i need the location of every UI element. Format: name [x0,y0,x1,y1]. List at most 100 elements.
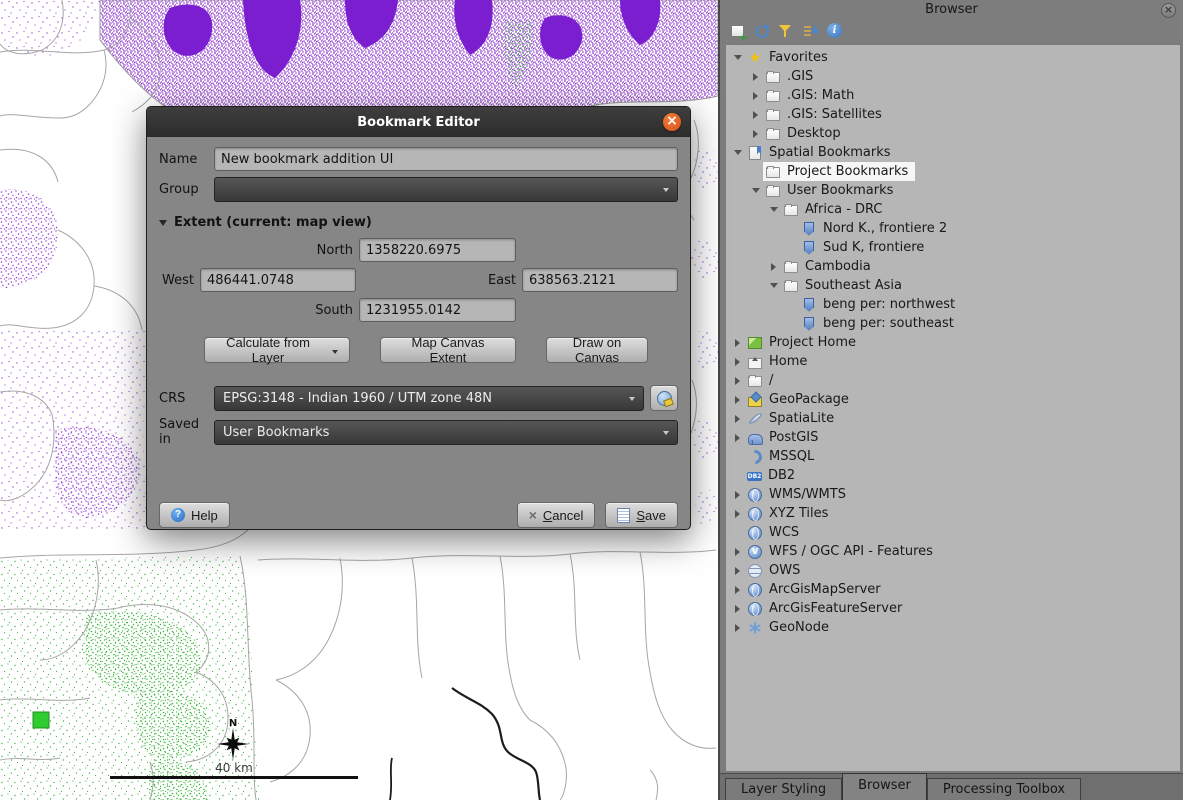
expander-closed-icon[interactable] [748,73,763,81]
north-input[interactable] [359,238,516,262]
tree-item-project-home[interactable]: Project Home [726,333,1180,352]
dialog-close-icon[interactable] [663,113,681,131]
expander-open-icon[interactable] [730,150,745,155]
globe-arc-icon [747,601,763,617]
saved-in-dropdown[interactable]: User Bookmarks [214,420,678,445]
browser-toolbar [729,21,849,41]
folder-icon [747,373,763,389]
draw-on-canvas-button[interactable]: Draw on Canvas [546,337,648,363]
tree-item-ows[interactable]: OWS [726,561,1180,580]
expander-closed-icon[interactable] [730,396,745,404]
expander-closed-icon[interactable] [730,377,745,385]
south-input[interactable] [359,298,516,322]
expander-closed-icon[interactable] [748,111,763,119]
calculate-from-layer-label: Calculate from Layer [216,335,320,365]
expander-open-icon[interactable] [766,207,781,212]
expander-closed-icon[interactable] [730,339,745,347]
tree-item-gis-satellites[interactable]: .GIS: Satellites [726,105,1180,124]
tree-item-sud-k-frontiere[interactable]: Sud K, frontiere [726,238,1180,257]
tree-item-cambodia[interactable]: Cambodia [726,257,1180,276]
folder-icon [765,183,781,199]
tab-layer-styling[interactable]: Layer Styling [725,778,842,800]
tree-item-label: Desktop [787,126,843,141]
filter-icon[interactable] [777,21,797,41]
tree-item-beng-per-southeast[interactable]: beng per: southeast [726,314,1180,333]
expander-closed-icon[interactable] [730,548,745,556]
expander-open-icon[interactable] [730,55,745,60]
cancel-button[interactable]: × Cancel [517,502,596,528]
expander-closed-icon[interactable] [730,605,745,613]
tree-item-arcgisfeatureserver[interactable]: ArcGisFeatureServer [726,599,1180,618]
south-label: South [159,303,353,318]
crs-globe-icon [657,391,672,406]
tree-item-label: beng per: southeast [823,316,956,331]
expander-closed-icon[interactable] [730,510,745,518]
properties-icon[interactable] [825,21,845,41]
tree-item-africa-drc[interactable]: Africa - DRC [726,200,1180,219]
dialog-titlebar[interactable]: Bookmark Editor [147,107,690,137]
tree-item-spatial-bookmarks[interactable]: Spatial Bookmarks [726,143,1180,162]
tree-item-desktop[interactable]: Desktop [726,124,1180,143]
browser-panel: Browser ★Favorites.GIS.GIS: Math.GIS: Sa… [718,0,1183,800]
tree-item-home[interactable]: Home [726,352,1180,371]
save-icon [617,508,630,523]
name-input[interactable] [214,147,678,171]
add-layer-icon[interactable] [729,21,749,41]
tree-item-southeast-asia[interactable]: Southeast Asia [726,276,1180,295]
west-input[interactable] [200,268,356,292]
tree-item-nord-k-frontiere-2[interactable]: Nord K., frontiere 2 [726,219,1180,238]
calculate-from-layer-button[interactable]: Calculate from Layer [204,337,350,363]
tree-item-beng-per-northwest[interactable]: beng per: northwest [726,295,1180,314]
crs-dropdown[interactable]: EPSG:3148 - Indian 1960 / UTM zone 48N [214,386,644,411]
tree-item-db2[interactable]: DB2DB2 [726,466,1180,485]
folder-icon [765,164,781,180]
east-label: East [488,273,516,288]
expander-closed-icon[interactable] [730,491,745,499]
select-crs-button[interactable] [650,385,678,411]
tree-item-xyz-tiles[interactable]: XYZ Tiles [726,504,1180,523]
collapse-tree-icon[interactable] [801,21,821,41]
dock-tabbar: Layer StylingBrowserProcessing Toolbox [720,773,1183,800]
tab-processing-toolbox[interactable]: Processing Toolbox [927,778,1081,800]
expander-closed-icon[interactable] [730,434,745,442]
group-dropdown[interactable] [214,177,678,202]
expander-closed-icon[interactable] [730,567,745,575]
expander-closed-icon[interactable] [730,586,745,594]
tree-item-[interactable]: / [726,371,1180,390]
expander-closed-icon[interactable] [730,415,745,423]
expander-closed-icon[interactable] [730,358,745,366]
tree-item-favorites[interactable]: ★Favorites [726,48,1180,67]
tree-item-gis-math[interactable]: .GIS: Math [726,86,1180,105]
tree-item-project-bookmarks[interactable]: Project Bookmarks [726,162,1180,181]
panel-close-icon[interactable] [1161,3,1176,18]
tree-item-geopackage[interactable]: GeoPackage [726,390,1180,409]
tree-item-wcs[interactable]: WCS [726,523,1180,542]
help-button[interactable]: ? Help [159,502,230,528]
expander-closed-icon[interactable] [766,263,781,271]
expander-closed-icon[interactable] [748,130,763,138]
tree-item-postgis[interactable]: PostGIS [726,428,1180,447]
tree-item-label: OWS [769,563,802,578]
tab-browser[interactable]: Browser [842,773,927,800]
expander-open-icon[interactable] [748,188,763,193]
refresh-icon[interactable] [753,21,773,41]
extent-group-header[interactable]: Extent (current: map view) [159,215,678,230]
tree-item-wms-wmts[interactable]: WMS/WMTS [726,485,1180,504]
east-input[interactable] [522,268,678,292]
save-button[interactable]: Save [605,502,678,528]
tree-item-label: ArcGisMapServer [769,582,883,597]
tree-item-arcgismapserver[interactable]: ArcGisMapServer [726,580,1180,599]
expander-closed-icon[interactable] [748,92,763,100]
tree-item-user-bookmarks[interactable]: User Bookmarks [726,181,1180,200]
saved-in-value: User Bookmarks [223,425,329,440]
mssql-icon [747,449,763,465]
expander-open-icon[interactable] [766,283,781,288]
tree-item-wfs-ogc-api-features[interactable]: WFS / OGC API - Features [726,542,1180,561]
expander-closed-icon[interactable] [730,624,745,632]
tree-item-geonode[interactable]: *GeoNode [726,618,1180,637]
tree-item-mssql[interactable]: MSSQL [726,447,1180,466]
tree-item-gis[interactable]: .GIS [726,67,1180,86]
tree-item-spatialite[interactable]: SpatiaLite [726,409,1180,428]
map-canvas-extent-button[interactable]: Map Canvas Extent [380,337,516,363]
bookmark-icon [801,240,817,256]
